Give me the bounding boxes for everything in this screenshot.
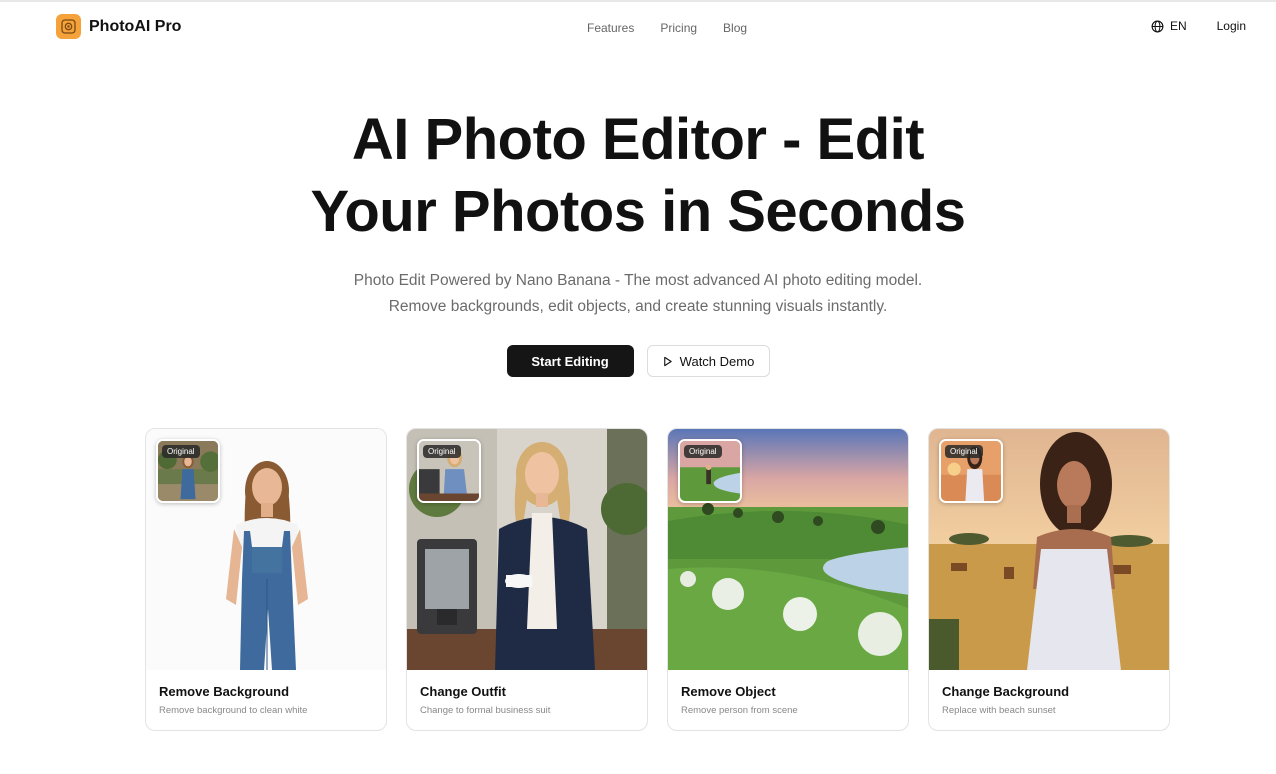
hero-title-line-2: Your Photos in Seconds bbox=[310, 179, 966, 244]
example-title: Change Background bbox=[942, 684, 1070, 699]
language-label: EN bbox=[1169, 19, 1187, 33]
example-card-change-background[interactable]: Original Change Background Replace with … bbox=[928, 428, 1170, 731]
nav-links: Features Pricing Blog bbox=[587, 21, 747, 35]
brand[interactable]: PhotoAI Pro bbox=[56, 14, 181, 39]
navbar: PhotoAI Pro Features Pricing Blog EN Log… bbox=[0, 2, 1276, 54]
example-description: Replace with beach sunset bbox=[942, 705, 1056, 716]
hero-actions: Start Editing Watch Demo bbox=[0, 345, 1276, 377]
camera-logo-icon bbox=[56, 14, 81, 39]
login-link[interactable]: Login bbox=[1217, 19, 1246, 33]
example-image: Original bbox=[929, 429, 1169, 670]
examples-gallery: Original Remove Background Remove backgr… bbox=[145, 428, 1170, 731]
example-title: Remove Background bbox=[159, 684, 290, 699]
original-thumbnail: Original bbox=[417, 439, 481, 503]
example-image: Original bbox=[146, 429, 386, 670]
nav-link-features[interactable]: Features bbox=[587, 21, 634, 35]
example-card-remove-object[interactable]: Original Remove Object Remove person fro… bbox=[667, 428, 909, 731]
example-title: Change Outfit bbox=[420, 684, 506, 699]
original-thumbnail: Original bbox=[156, 439, 220, 503]
language-selector[interactable]: EN bbox=[1151, 19, 1187, 33]
hero-subtitle-line-2: Remove backgrounds, edit objects, and cr… bbox=[388, 298, 888, 315]
globe-icon bbox=[1151, 20, 1164, 32]
watch-demo-button[interactable]: Watch Demo bbox=[646, 345, 770, 377]
example-image: Original bbox=[407, 429, 647, 670]
play-icon bbox=[663, 356, 672, 366]
example-image: Original bbox=[668, 429, 908, 670]
example-description: Change to formal business suit bbox=[420, 705, 551, 716]
original-badge: Original bbox=[684, 445, 722, 458]
example-card-change-outfit[interactable]: Original Change Outfit Change to formal … bbox=[406, 428, 648, 731]
original-badge: Original bbox=[945, 445, 983, 458]
start-editing-button[interactable]: Start Editing bbox=[506, 345, 634, 377]
watch-demo-label: Watch Demo bbox=[679, 353, 755, 369]
example-title: Remove Object bbox=[681, 684, 776, 699]
nav-link-pricing[interactable]: Pricing bbox=[660, 21, 697, 35]
hero-subtitle-line-1: Photo Edit Powered by Nano Banana - The … bbox=[353, 272, 923, 289]
hero-title: AI Photo Editor - Edit Your Photos in Se… bbox=[0, 104, 1276, 248]
example-description: Remove person from scene bbox=[681, 705, 798, 716]
original-thumbnail: Original bbox=[678, 439, 742, 503]
nav-link-blog[interactable]: Blog bbox=[723, 21, 747, 35]
original-badge: Original bbox=[162, 445, 200, 458]
hero-title-line-1: AI Photo Editor - Edit bbox=[351, 107, 925, 172]
brand-name: PhotoAI Pro bbox=[89, 17, 182, 35]
original-badge: Original bbox=[423, 445, 461, 458]
nav-right: EN Login bbox=[1151, 19, 1246, 33]
example-description: Remove background to clean white bbox=[159, 705, 308, 716]
example-card-remove-background[interactable]: Original Remove Background Remove backgr… bbox=[145, 428, 387, 731]
hero-subtitle: Photo Edit Powered by Nano Banana - The … bbox=[0, 268, 1276, 320]
original-thumbnail: Original bbox=[939, 439, 1003, 503]
